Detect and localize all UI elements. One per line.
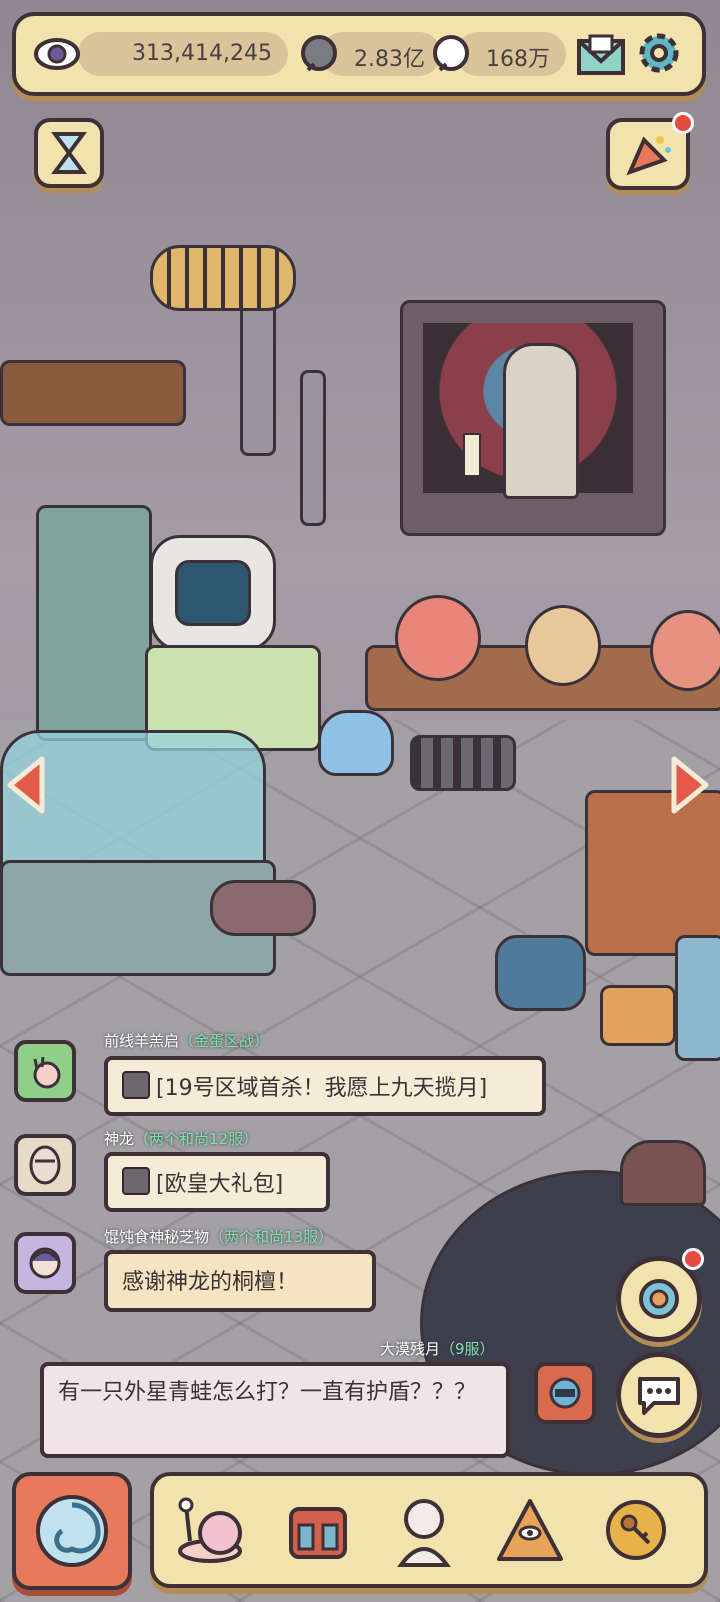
bottom-nav (150, 1472, 708, 1588)
eye-icon (32, 29, 82, 79)
projector-robot[interactable] (495, 935, 586, 1011)
pipe-elbow (210, 880, 316, 936)
eye-resource: 313,414,245 (78, 32, 288, 76)
cauldron-pipe (620, 1140, 706, 1206)
scene-left-arrow[interactable] (6, 755, 46, 815)
portal-notification-dot (682, 1248, 704, 1270)
chat-message-own: 有一只外星青蛙怎么打？一直有护盾？？？ (40, 1362, 510, 1458)
chat-button[interactable] (616, 1352, 702, 1438)
chat-username: 神龙（两个和尚12服） (104, 1130, 259, 1148)
pyramid-eye-icon (497, 1499, 563, 1561)
shell-orb-1[interactable] (395, 595, 481, 681)
resource-bar: 313,414,245 2.83亿 168万 (12, 12, 706, 96)
statue[interactable] (503, 343, 579, 499)
chat-avatar[interactable] (14, 1134, 76, 1196)
wall-pipe (240, 290, 276, 456)
backpack-icon (289, 1507, 347, 1559)
wall-pipe (300, 370, 326, 526)
helmet-avatar-icon (549, 1377, 581, 1409)
chat-message: [19号区域首杀！我愿上九天揽月] (104, 1056, 546, 1116)
swirl-portal-icon (36, 1495, 108, 1567)
chat-avatar[interactable] (14, 1232, 76, 1294)
timer-button[interactable] (34, 118, 104, 188)
small-box[interactable] (600, 985, 676, 1046)
mail-icon[interactable] (576, 30, 626, 80)
anime-girl-avatar-icon (29, 1247, 61, 1279)
gear-icon[interactable] (634, 28, 684, 78)
wall-vent (150, 245, 296, 311)
snail-avatar-icon (33, 1056, 61, 1089)
fridge-machine[interactable] (36, 505, 152, 741)
nav-backpack[interactable] (276, 1488, 360, 1572)
party-popper-icon (626, 136, 671, 176)
snail-icon (178, 1497, 242, 1563)
event-notification-dot (672, 112, 694, 134)
key-coin-icon (606, 1500, 666, 1560)
chat-avatar-own[interactable] (534, 1362, 596, 1424)
monitor-bot[interactable] (150, 535, 276, 651)
bot-screen (175, 560, 251, 626)
bubble-icon (426, 30, 476, 80)
blue-crate[interactable] (675, 935, 720, 1061)
statue-icon (397, 1499, 451, 1567)
shelf (0, 360, 186, 426)
bubble-count: 168万 (486, 47, 550, 72)
gift-icon (122, 1071, 150, 1099)
nav-key-coin[interactable] (594, 1488, 678, 1572)
shrine-box[interactable] (400, 300, 666, 536)
hourglass-icon (51, 132, 87, 174)
chat-message: 感谢神龙的桐檀！ (104, 1250, 376, 1312)
nav-pyramid[interactable] (488, 1488, 572, 1572)
chat-username: 馄饨食神秘芝物（两个和尚13服） (104, 1228, 334, 1246)
eye-count: 313,414,245 (132, 41, 272, 66)
chat-username: 大漠残月（9服） (380, 1340, 495, 1358)
alien-frog[interactable] (318, 710, 394, 776)
shell-orb-3[interactable] (650, 610, 720, 691)
vortex-icon (639, 1279, 679, 1319)
nav-statue[interactable] (382, 1488, 466, 1572)
gift-icon (122, 1167, 150, 1195)
stone-count: 2.83亿 (354, 47, 425, 72)
shell-orb-2[interactable] (525, 605, 601, 686)
old-man-avatar-icon (29, 1145, 61, 1185)
chat-avatar[interactable] (14, 1040, 76, 1102)
chat-bubble-icon (638, 1377, 680, 1415)
chat-message: [欧皇大礼包] (104, 1152, 330, 1212)
stone-icon (294, 30, 344, 80)
floor-grate (410, 735, 516, 791)
candle (463, 433, 481, 477)
nav-snail[interactable] (170, 1488, 254, 1572)
main-portal-button[interactable] (12, 1472, 132, 1590)
scene-right-arrow[interactable] (670, 755, 710, 815)
chat-username: 前线羊羔启（金蛋区战） (104, 1032, 270, 1050)
